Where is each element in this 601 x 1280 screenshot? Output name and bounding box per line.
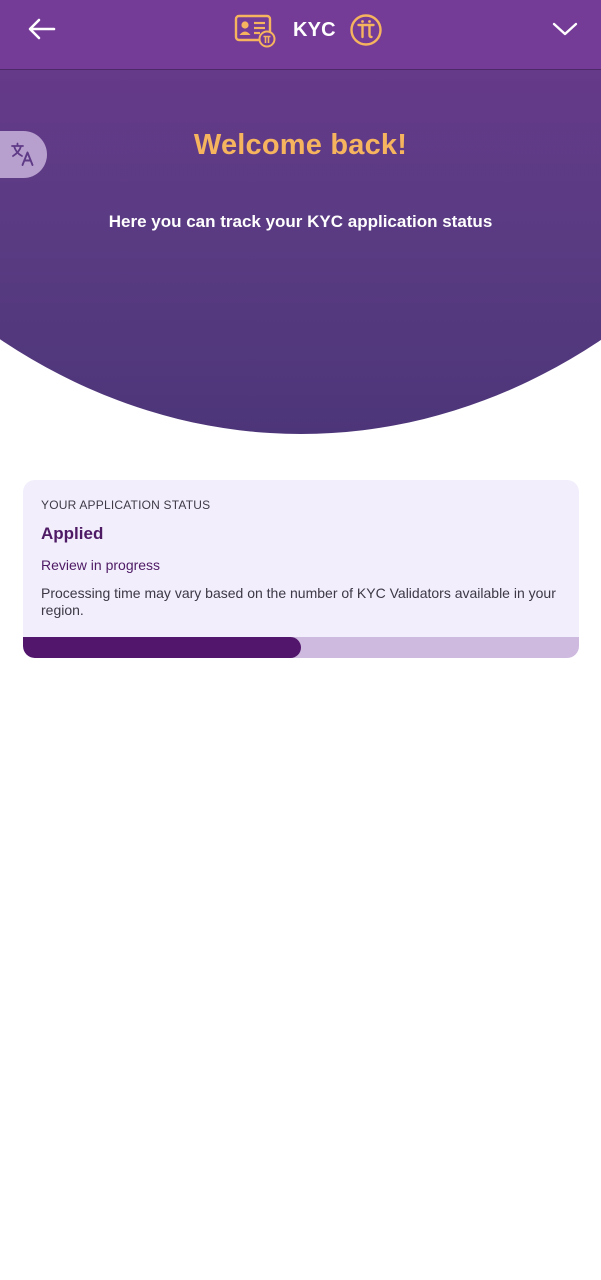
pi-coin-icon [350,14,382,46]
welcome-heading: Welcome back! [193,129,408,161]
back-button[interactable] [22,14,60,44]
top-app-bar: KYC [0,0,601,70]
status-progress-bar [23,637,579,658]
arrow-left-icon [28,18,56,40]
welcome-subtitle: Here you can track your KYC application … [108,212,493,231]
application-substatus: Review in progress [41,557,161,573]
id-card-pi-icon [234,14,276,48]
status-card-label: YOUR APPLICATION STATUS [41,498,211,512]
application-status: Applied [41,524,104,543]
processing-time-note: Processing time may vary based on the nu… [41,585,556,618]
status-progress-fill [23,637,301,658]
app-title-group: KYC [234,12,383,48]
kyc-status-screen: KYC Welcome back! Here you can track you… [0,0,601,1280]
collapse-menu-button[interactable] [548,14,582,44]
chevron-down-icon [552,22,578,36]
page-title: KYC [293,18,336,41]
application-status-card: YOUR APPLICATION STATUS Applied Review i… [23,480,579,658]
